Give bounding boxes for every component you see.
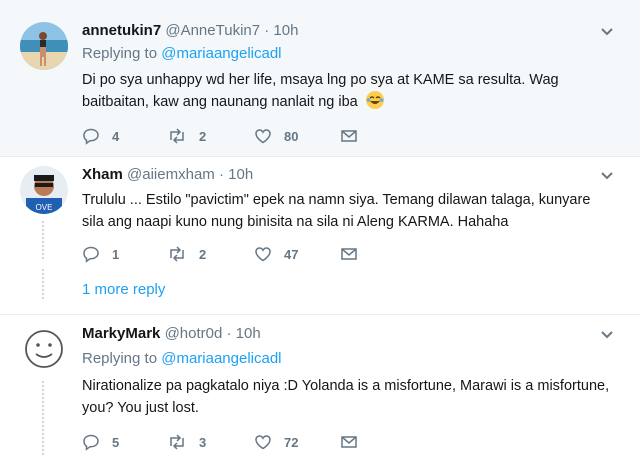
tweet-text: Trululu ... Estilo "pavictim" epek na na… [82, 192, 591, 230]
user-handle[interactable]: @aiiemxham [127, 166, 215, 183]
retweet-count: 3 [199, 434, 207, 450]
direct-message-icon [341, 436, 357, 448]
direct-message-button[interactable] [340, 127, 358, 145]
reply-count: 1 [112, 246, 120, 262]
thread-line [42, 269, 44, 301]
tweet-header: MarkyMark @hotr0d · 10h [82, 325, 261, 342]
user-handle[interactable]: @hotr0d [165, 325, 223, 342]
avatar-beach-photo [20, 22, 68, 70]
direct-message-icon [341, 130, 357, 142]
like-count: 72 [284, 434, 299, 450]
reply-button[interactable]: 5 [82, 433, 119, 451]
tweet-actions: 1 2 47 [82, 245, 382, 265]
user-name[interactable]: Xham [82, 166, 123, 183]
avatar[interactable] [20, 325, 68, 373]
thread-line [42, 381, 44, 457]
reply-icon [83, 246, 99, 263]
reply-button[interactable]: 1 [82, 245, 119, 263]
retweet-icon [170, 434, 184, 450]
retweet-icon [170, 246, 184, 262]
tweet-text: Nirationalize pa pagkatalo niya :D Yolan… [82, 378, 610, 416]
like-count: 80 [284, 128, 299, 144]
retweet-button[interactable]: 2 [167, 127, 206, 145]
replying-to: Replying to @mariaangelicadl [82, 45, 282, 62]
tweet-header: annetukin7 @AnneTukin7 · 10h [82, 22, 298, 39]
retweet-count: 2 [199, 246, 207, 262]
chevron-down-icon[interactable] [600, 330, 614, 340]
reply-count: 4 [112, 128, 120, 144]
like-count: 47 [284, 246, 299, 262]
tweet-header: Xham @aiiemxham · 10h [82, 166, 253, 183]
mention-link[interactable]: @mariaangelicadl [161, 350, 281, 367]
retweet-button[interactable]: 3 [167, 433, 206, 451]
more-replies-link[interactable]: 1 more reply [82, 281, 165, 298]
replying-to-label: Replying to [82, 45, 158, 62]
direct-message-button[interactable] [340, 433, 358, 451]
tweet-text-content: Di po sya unhappy wd her life, msaya lng… [82, 72, 559, 110]
like-button[interactable]: 72 [254, 433, 298, 451]
like-icon [255, 435, 271, 450]
tweet-2[interactable]: OVE Xham @aiiemxham · 10h Trululu ... Es… [0, 157, 640, 310]
like-icon [255, 129, 271, 144]
timestamp[interactable]: · 10h [219, 166, 253, 183]
like-button[interactable]: 47 [254, 245, 298, 263]
tweet-text: Di po sya unhappy wd her life, msaya lng… [82, 69, 612, 113]
laughing-emoji-icon [365, 91, 384, 109]
thread-line [42, 221, 44, 259]
replying-to: Replying to @mariaangelicadl [82, 350, 282, 367]
retweet-button[interactable]: 2 [167, 245, 206, 263]
user-name[interactable]: MarkyMark [82, 325, 160, 342]
timestamp[interactable]: · 10h [227, 325, 261, 342]
tweet-actions: 5 3 72 [82, 433, 382, 453]
avatar[interactable]: OVE [20, 166, 68, 214]
avatar[interactable] [20, 22, 68, 70]
tweet-3[interactable]: MarkyMark @hotr0d · 10h Replying to @mar… [0, 315, 640, 462]
tweet-actions: 4 2 80 [82, 127, 382, 147]
chevron-down-icon[interactable] [600, 171, 614, 181]
user-handle[interactable]: @AnneTukin7 [165, 22, 260, 39]
retweet-count: 2 [199, 128, 207, 144]
like-icon [255, 247, 271, 262]
like-button[interactable]: 80 [254, 127, 298, 145]
direct-message-icon [341, 248, 357, 260]
retweet-icon [170, 128, 184, 144]
avatar-smiley [20, 325, 68, 373]
tweet-1[interactable]: annetukin7 @AnneTukin7 · 10h Replying to… [0, 0, 640, 156]
svg-text:OVE: OVE [36, 203, 53, 212]
user-name[interactable]: annetukin7 [82, 22, 161, 39]
reply-icon [83, 434, 99, 451]
direct-message-button[interactable] [340, 245, 358, 263]
reply-icon [83, 128, 99, 145]
chevron-down-icon[interactable] [600, 27, 614, 37]
replying-to-label: Replying to [82, 350, 158, 367]
reply-count: 5 [112, 434, 120, 450]
mention-link[interactable]: @mariaangelicadl [161, 45, 281, 62]
avatar-photo: OVE [20, 166, 68, 214]
reply-button[interactable]: 4 [82, 127, 119, 145]
timestamp[interactable]: · 10h [264, 22, 298, 39]
